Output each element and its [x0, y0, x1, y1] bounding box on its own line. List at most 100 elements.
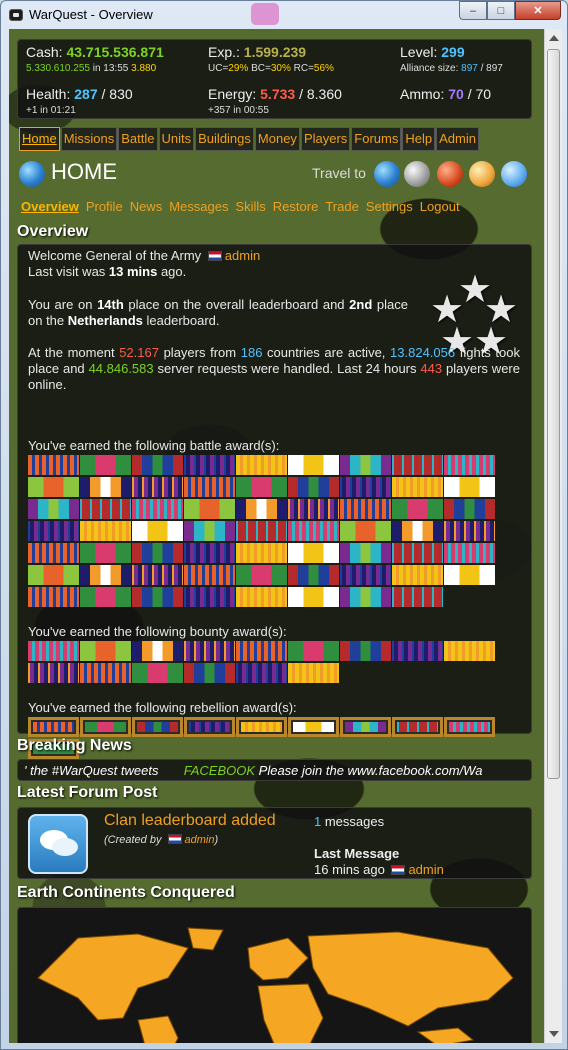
created-by-link[interactable]: admin — [185, 834, 215, 846]
vertical-scrollbar[interactable] — [544, 29, 562, 1043]
award-ribbon[interactable] — [236, 499, 287, 519]
award-ribbon[interactable] — [132, 543, 183, 563]
award-ribbon[interactable] — [340, 641, 391, 661]
award-ribbon[interactable] — [444, 477, 495, 497]
award-ribbon[interactable] — [444, 521, 495, 541]
award-ribbon[interactable] — [392, 641, 443, 661]
award-ribbon[interactable] — [236, 455, 287, 475]
scroll-up-icon[interactable] — [549, 35, 559, 41]
award-ribbon[interactable] — [80, 565, 131, 585]
award-ribbon[interactable] — [392, 455, 443, 475]
award-ribbon[interactable] — [340, 521, 391, 541]
menu-missions[interactable]: Missions — [60, 127, 118, 151]
rebellion-award[interactable] — [392, 717, 443, 737]
award-ribbon[interactable] — [80, 521, 131, 541]
award-ribbon[interactable] — [340, 455, 391, 475]
award-ribbon[interactable] — [288, 543, 339, 563]
award-ribbon[interactable] — [132, 587, 183, 607]
rebellion-award[interactable] — [288, 717, 339, 737]
scrollbar-thumb[interactable] — [547, 49, 560, 779]
menu-money[interactable]: Money — [254, 127, 300, 151]
award-ribbon[interactable] — [392, 587, 443, 607]
award-ribbon[interactable] — [28, 455, 79, 475]
award-ribbon[interactable] — [288, 499, 339, 519]
award-ribbon[interactable] — [28, 663, 79, 683]
award-ribbon[interactable] — [80, 663, 131, 683]
award-ribbon[interactable] — [236, 641, 287, 661]
maximize-button[interactable]: □ — [487, 1, 515, 20]
award-ribbon[interactable] — [132, 521, 183, 541]
award-ribbon[interactable] — [184, 663, 235, 683]
menu-forums[interactable]: Forums — [351, 127, 402, 151]
subnav-overview[interactable]: Overview — [19, 197, 81, 216]
rebellion-award[interactable] — [340, 717, 391, 737]
award-ribbon[interactable] — [288, 663, 339, 683]
award-ribbon[interactable] — [80, 499, 131, 519]
venus-icon[interactable] — [469, 161, 495, 187]
award-ribbon[interactable] — [444, 543, 495, 563]
subnav-news[interactable]: News — [128, 197, 165, 216]
award-ribbon[interactable] — [184, 587, 235, 607]
subnav-profile[interactable]: Profile — [84, 197, 125, 216]
award-ribbon[interactable] — [28, 587, 79, 607]
rebellion-award[interactable] — [236, 717, 287, 737]
menu-help[interactable]: Help — [402, 127, 436, 151]
award-ribbon[interactable] — [236, 565, 287, 585]
award-ribbon[interactable] — [392, 565, 443, 585]
award-ribbon[interactable] — [184, 455, 235, 475]
award-ribbon[interactable] — [132, 565, 183, 585]
menu-buildings[interactable]: Buildings — [195, 127, 254, 151]
award-ribbon[interactable] — [392, 521, 443, 541]
moon-icon[interactable] — [404, 161, 430, 187]
award-ribbon[interactable] — [444, 499, 495, 519]
award-ribbon[interactable] — [288, 477, 339, 497]
menu-battle[interactable]: Battle — [118, 127, 158, 151]
award-ribbon[interactable] — [236, 663, 287, 683]
player-name-link[interactable]: admin — [225, 248, 260, 263]
forum-post-link[interactable]: Clan leaderboard added — [104, 812, 276, 830]
award-ribbon[interactable] — [288, 565, 339, 585]
rebellion-award[interactable] — [80, 717, 131, 737]
award-ribbon[interactable] — [392, 499, 443, 519]
award-ribbon[interactable] — [236, 477, 287, 497]
last-message-user-link[interactable]: admin — [408, 862, 443, 877]
award-ribbon[interactable] — [236, 587, 287, 607]
subnav-trade[interactable]: Trade — [323, 197, 360, 216]
award-ribbon[interactable] — [28, 477, 79, 497]
award-ribbon[interactable] — [340, 543, 391, 563]
rebellion-award[interactable] — [444, 717, 495, 737]
award-ribbon[interactable] — [80, 543, 131, 563]
news-ticker[interactable]: ' the #WarQuest tweets FACEBOOK Please j… — [17, 759, 532, 781]
award-ribbon[interactable] — [288, 587, 339, 607]
award-ribbon[interactable] — [28, 641, 79, 661]
subnav-messages[interactable]: Messages — [167, 197, 230, 216]
award-ribbon[interactable] — [444, 641, 495, 661]
award-ribbon[interactable] — [340, 477, 391, 497]
subnav-settings[interactable]: Settings — [364, 197, 415, 216]
award-ribbon[interactable] — [28, 543, 79, 563]
award-ribbon[interactable] — [184, 641, 235, 661]
neptune-icon[interactable] — [501, 161, 527, 187]
award-ribbon[interactable] — [444, 455, 495, 475]
rebellion-award[interactable] — [132, 717, 183, 737]
award-ribbon[interactable] — [184, 477, 235, 497]
award-ribbon[interactable] — [80, 477, 131, 497]
award-ribbon[interactable] — [288, 455, 339, 475]
award-ribbon[interactable] — [184, 565, 235, 585]
forum-chat-icon[interactable] — [28, 814, 88, 874]
award-ribbon[interactable] — [184, 543, 235, 563]
scroll-down-icon[interactable] — [549, 1031, 559, 1037]
award-ribbon[interactable] — [288, 641, 339, 661]
mars-icon[interactable] — [437, 161, 463, 187]
award-ribbon[interactable] — [80, 455, 131, 475]
award-ribbon[interactable] — [184, 521, 235, 541]
award-ribbon[interactable] — [236, 543, 287, 563]
rebellion-award[interactable] — [28, 717, 79, 737]
minimize-button[interactable]: – — [459, 1, 487, 20]
award-ribbon[interactable] — [132, 663, 183, 683]
award-ribbon[interactable] — [132, 499, 183, 519]
award-ribbon[interactable] — [236, 521, 287, 541]
world-map[interactable] — [17, 907, 532, 1043]
award-ribbon[interactable] — [184, 499, 235, 519]
award-ribbon[interactable] — [340, 565, 391, 585]
